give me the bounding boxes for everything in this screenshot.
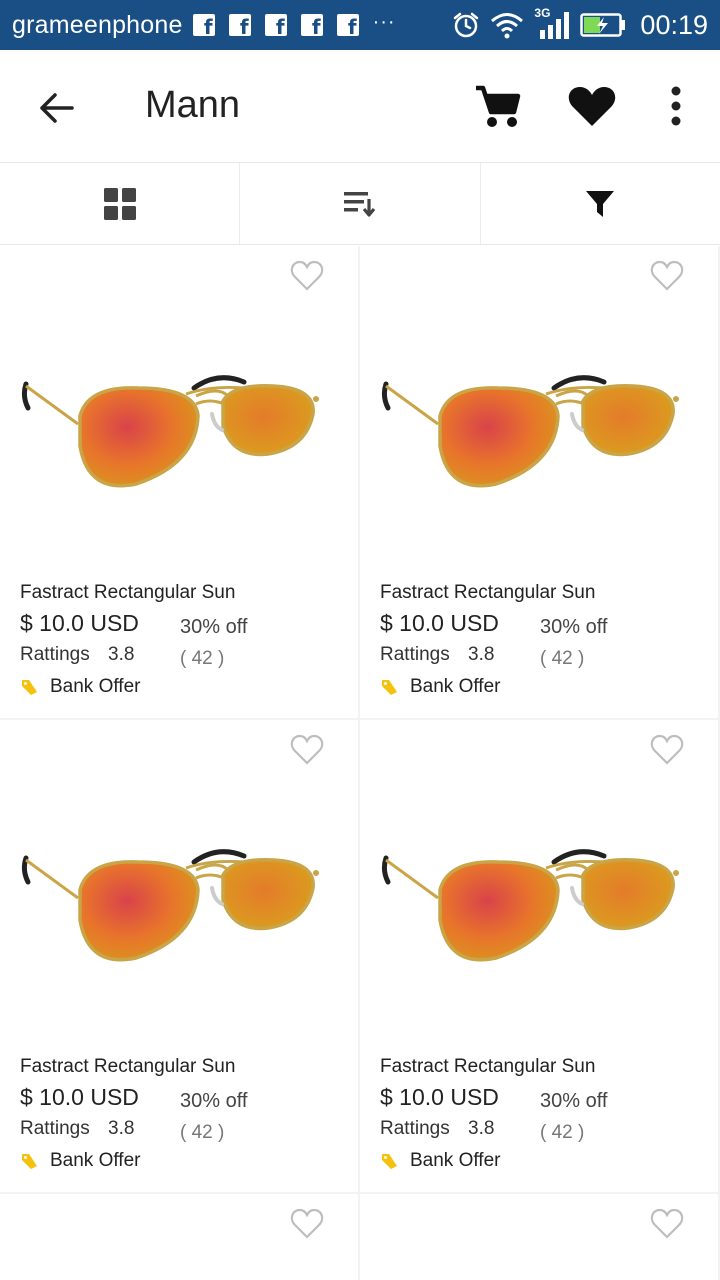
wishlist-toggle[interactable]: [650, 734, 684, 766]
rating-count: ( 42 ): [180, 1122, 225, 1143]
rating-value: 3.8: [468, 644, 495, 665]
wishlist-toggle[interactable]: [290, 260, 324, 292]
wifi-icon: [491, 13, 524, 39]
heart-outline-icon: [650, 734, 684, 765]
alarm-icon: [454, 12, 479, 38]
tag-icon: [22, 680, 37, 695]
offer-label: Bank Offer: [50, 1150, 141, 1171]
tag-icon: [382, 680, 397, 695]
heart-filled-icon: [568, 87, 616, 126]
tag-icon: [22, 1154, 37, 1169]
discount-label: 30% off: [180, 616, 248, 638]
facebook-icon: [192, 14, 215, 39]
wishlist-toggle[interactable]: [650, 260, 684, 292]
rating-label: Rattings: [380, 1118, 450, 1139]
sunglasses-image: [381, 849, 679, 962]
heart-outline-icon: [290, 1208, 324, 1239]
sunglasses-image: [381, 375, 679, 488]
product-card[interactable]: [0, 1194, 358, 1280]
facebook-icon: [336, 14, 359, 39]
product-card[interactable]: Fastract Rectangular Sun $ 10.0 USD 30% …: [0, 246, 358, 718]
product-image: [378, 840, 683, 975]
arrow-left-icon: [40, 93, 74, 123]
product-name: Fastract Rectangular Sun: [20, 582, 236, 603]
facebook-icon: [300, 14, 323, 39]
rating-label: Rattings: [20, 644, 90, 665]
facebook-icon: [228, 14, 251, 39]
product-image: [18, 366, 323, 501]
offer-tag-icon: [20, 678, 38, 696]
wishlist-button[interactable]: [566, 84, 618, 128]
page-title: Mann: [145, 84, 241, 126]
app-toolbar: Mann: [0, 50, 720, 163]
list-action-bar: [0, 163, 720, 245]
sunglasses-image: [21, 375, 319, 488]
discount-label: 30% off: [540, 616, 608, 638]
offer-tag-icon: [380, 678, 398, 696]
battery-icon: [580, 13, 626, 37]
signal-icon: [540, 12, 570, 39]
tag-icon: [382, 1154, 397, 1169]
product-price: $ 10.0 USD: [20, 610, 139, 636]
offer-label: Bank Offer: [410, 676, 501, 697]
sunglasses-image: [21, 849, 319, 962]
filter-button[interactable]: [481, 163, 720, 244]
rating-label: Rattings: [20, 1118, 90, 1139]
product-price: $ 10.0 USD: [20, 1084, 139, 1110]
clock: 00:19: [640, 9, 708, 40]
product-image: [378, 366, 683, 501]
more-vertical-icon: [671, 86, 681, 126]
shopping-cart-icon: [476, 85, 521, 127]
signal-indicator: 3G: [534, 6, 570, 40]
overflow-menu-button[interactable]: [656, 82, 696, 130]
product-name: Fastract Rectangular Sun: [380, 582, 596, 603]
product-price: $ 10.0 USD: [380, 610, 499, 636]
sort-button[interactable]: [240, 163, 481, 244]
cart-button[interactable]: [470, 82, 522, 130]
grid-view-button[interactable]: [0, 163, 241, 244]
offer-tag-icon: [20, 1152, 38, 1170]
product-name: Fastract Rectangular Sun: [20, 1056, 236, 1077]
wishlist-toggle[interactable]: [650, 1208, 684, 1240]
notification-icons: [192, 14, 359, 39]
product-image: [18, 840, 323, 975]
rating-label: Rattings: [380, 644, 450, 665]
offer-label: Bank Offer: [50, 676, 141, 697]
product-grid: Fastract Rectangular Sun $ 10.0 USD 30% …: [0, 246, 720, 1280]
rating-value: 3.8: [108, 1118, 135, 1139]
carrier-name: grameenphone: [12, 10, 183, 39]
product-card[interactable]: Fastract Rectangular Sun $ 10.0 USD 30% …: [360, 720, 718, 1192]
status-bar: grameenphone ··· 3G: [0, 0, 720, 50]
product-name: Fastract Rectangular Sun: [380, 1056, 596, 1077]
wishlist-toggle[interactable]: [290, 1208, 324, 1240]
product-card[interactable]: Fastract Rectangular Sun $ 10.0 USD 30% …: [360, 246, 718, 718]
more-notifications-icon: ···: [372, 10, 396, 33]
product-card[interactable]: [360, 1194, 718, 1280]
rating-count: ( 42 ): [180, 648, 225, 669]
grid-view-icon: [103, 187, 136, 220]
sort-icon: [343, 191, 376, 217]
product-price: $ 10.0 USD: [380, 1084, 499, 1110]
product-card[interactable]: Fastract Rectangular Sun $ 10.0 USD 30% …: [0, 720, 358, 1192]
filter-icon: [586, 190, 615, 217]
rating-value: 3.8: [108, 644, 135, 665]
heart-outline-icon: [290, 260, 324, 291]
heart-outline-icon: [650, 1208, 684, 1239]
rating-count: ( 42 ): [540, 648, 585, 669]
facebook-icon: [264, 14, 287, 39]
offer-label: Bank Offer: [410, 1150, 501, 1171]
offer-tag-icon: [380, 1152, 398, 1170]
discount-label: 30% off: [540, 1090, 608, 1112]
rating-count: ( 42 ): [540, 1122, 585, 1143]
back-button[interactable]: [30, 86, 82, 130]
discount-label: 30% off: [180, 1090, 248, 1112]
heart-outline-icon: [650, 260, 684, 291]
wishlist-toggle[interactable]: [290, 734, 324, 766]
rating-value: 3.8: [468, 1118, 495, 1139]
heart-outline-icon: [290, 734, 324, 765]
